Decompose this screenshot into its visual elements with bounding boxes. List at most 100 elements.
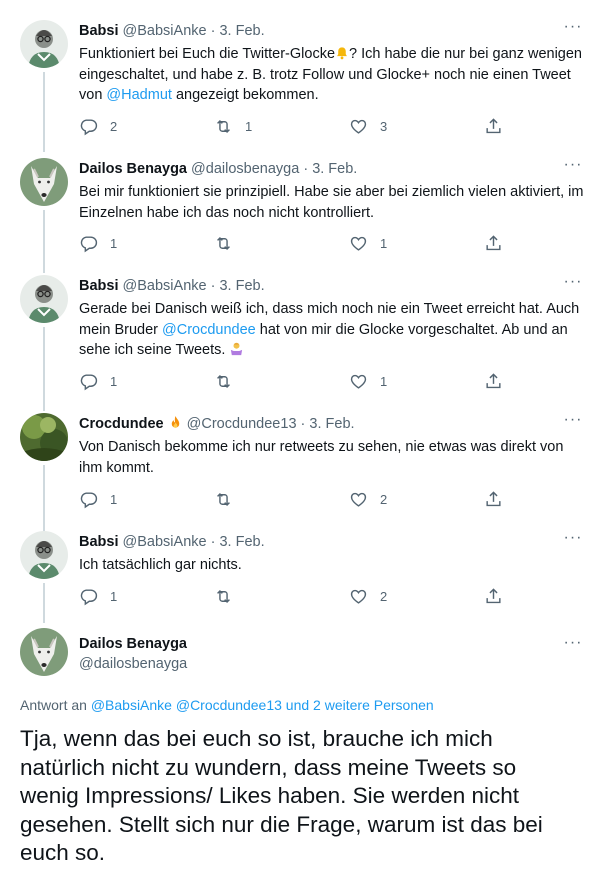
like-count: 2: [380, 491, 388, 507]
user-handle[interactable]: @BabsiAnke: [123, 534, 207, 550]
reply-count: 1: [110, 588, 118, 604]
tweet-date[interactable]: 3. Feb.: [309, 416, 354, 432]
heart-icon: [349, 372, 368, 391]
user-handle[interactable]: @BabsiAnke: [123, 23, 207, 39]
share-icon: [484, 587, 503, 606]
retweet-button[interactable]: [214, 233, 245, 253]
share-button[interactable]: [484, 116, 503, 136]
retweet-icon: [214, 490, 233, 509]
like-button[interactable]: 2: [349, 489, 387, 509]
tweet-actions: 2 1 3: [79, 116, 509, 136]
like-button[interactable]: 1: [349, 371, 387, 391]
reply-prefix: Antwort an: [20, 697, 91, 713]
reply-button[interactable]: 1: [79, 233, 117, 253]
reply-button[interactable]: 1: [79, 586, 117, 606]
retweet-icon: [214, 234, 233, 253]
tweet-date[interactable]: 3. Feb.: [219, 278, 264, 294]
tweet-header: Babsi @BabsiAnke · 3. Feb.: [79, 533, 564, 551]
retweet-button[interactable]: [214, 489, 245, 509]
retweet-icon: [214, 117, 233, 136]
tweet-actions: 1 1: [79, 233, 509, 253]
tweet-text: Ich tatsächlich gar nichts.: [79, 557, 242, 573]
focal-tweet: Dailos Benayga @dailosbenayga ··· Antwor…: [0, 628, 604, 877]
reply-icon: [79, 490, 98, 509]
tweet-text: Gerade bei Danisch weiß ich, dass mich n…: [79, 299, 586, 361]
share-button[interactable]: [484, 371, 503, 391]
tweet-date[interactable]: 3. Feb.: [219, 534, 264, 550]
avatar[interactable]: [20, 531, 68, 579]
share-button[interactable]: [484, 489, 503, 509]
heart-icon: [349, 587, 368, 606]
tweet-text: Von Danisch bekomme ich nur retweets zu …: [79, 439, 564, 476]
retweet-icon: [214, 372, 233, 391]
share-icon: [484, 372, 503, 391]
more-options-icon[interactable]: ···: [562, 19, 584, 38]
more-options-icon[interactable]: ···: [562, 274, 584, 293]
avatar[interactable]: [20, 158, 68, 206]
avatar[interactable]: [20, 413, 68, 461]
like-button[interactable]: 2: [349, 586, 387, 606]
reply-icon: [79, 587, 98, 606]
reply-count: 2: [110, 118, 118, 134]
tweet-date[interactable]: 3. Feb.: [219, 23, 264, 39]
like-count: 1: [380, 235, 388, 251]
thread-connector-line: [43, 465, 45, 531]
user-handle[interactable]: @dailosbenayga: [79, 656, 187, 672]
like-button[interactable]: 3: [349, 116, 387, 136]
display-name[interactable]: Dailos Benayga: [79, 636, 187, 652]
heart-icon: [349, 490, 368, 509]
display-name[interactable]: Babsi: [79, 534, 119, 550]
more-options-icon[interactable]: ···: [562, 412, 584, 431]
mention-link[interactable]: @Hadmut: [106, 87, 172, 103]
display-name[interactable]: Babsi: [79, 278, 119, 294]
thread-connector-line: [43, 327, 45, 411]
like-count: 3: [380, 118, 388, 134]
tweet-header: Crocdundee @Crocdundee13 · 3. Feb.: [79, 415, 564, 433]
thread-connector-line: [43, 583, 45, 623]
reply-icon: [79, 234, 98, 253]
retweet-count: 1: [245, 118, 253, 134]
separator: ·: [300, 416, 306, 432]
focal-tweet-text: Tja, wenn das bei euch so ist, brauche i…: [20, 726, 543, 865]
reply-button[interactable]: 1: [79, 489, 117, 509]
reply-button[interactable]: 2: [79, 116, 117, 136]
display-name[interactable]: Dailos Benayga: [79, 161, 187, 177]
retweet-button[interactable]: [214, 371, 245, 391]
reply-count: 1: [110, 373, 118, 389]
tweet-header: Dailos Benayga @dailosbenayga · 3. Feb.: [79, 160, 564, 178]
share-button[interactable]: [484, 233, 503, 253]
thread-connector-line: [43, 72, 45, 152]
heart-icon: [349, 117, 368, 136]
mention-link[interactable]: @Crocdundee: [162, 322, 256, 338]
separator: ·: [210, 278, 216, 294]
fire-icon: [171, 415, 179, 428]
reply-to-users-link[interactable]: @BabsiAnke @Crocdundee13 und 2 weitere P…: [91, 697, 434, 713]
share-icon: [484, 117, 503, 136]
more-options-icon[interactable]: ···: [562, 530, 584, 549]
more-options-icon[interactable]: ···: [562, 157, 584, 176]
display-name[interactable]: Babsi: [79, 23, 119, 39]
tweet-date[interactable]: 3. Feb.: [312, 161, 357, 177]
like-count: 2: [380, 588, 388, 604]
reply-count: 1: [110, 235, 118, 251]
tweet-actions: 1 2: [79, 586, 509, 606]
user-handle[interactable]: @dailosbenayga: [191, 161, 299, 177]
user-handle[interactable]: @Crocdundee13: [187, 416, 297, 432]
retweet-button[interactable]: 1: [214, 116, 252, 136]
share-button[interactable]: [484, 586, 503, 606]
avatar[interactable]: [20, 275, 68, 323]
tweet-header: Babsi @BabsiAnke · 3. Feb.: [79, 22, 564, 40]
person-shrugging-icon: [231, 342, 243, 356]
display-name[interactable]: Crocdundee: [79, 416, 164, 432]
user-handle[interactable]: @BabsiAnke: [123, 278, 207, 294]
avatar[interactable]: [20, 20, 68, 68]
avatar[interactable]: [20, 628, 68, 676]
share-icon: [484, 234, 503, 253]
retweet-button[interactable]: [214, 586, 245, 606]
text-segment: Funktioniert bei Euch die Twitter-Glocke: [79, 46, 336, 62]
more-options-icon[interactable]: ···: [562, 635, 584, 654]
like-button[interactable]: 1: [349, 233, 387, 253]
replying-to: Antwort an @BabsiAnke @Crocdundee13 und …: [20, 697, 434, 713]
reply-button[interactable]: 1: [79, 371, 117, 391]
bell-icon: [337, 47, 347, 60]
